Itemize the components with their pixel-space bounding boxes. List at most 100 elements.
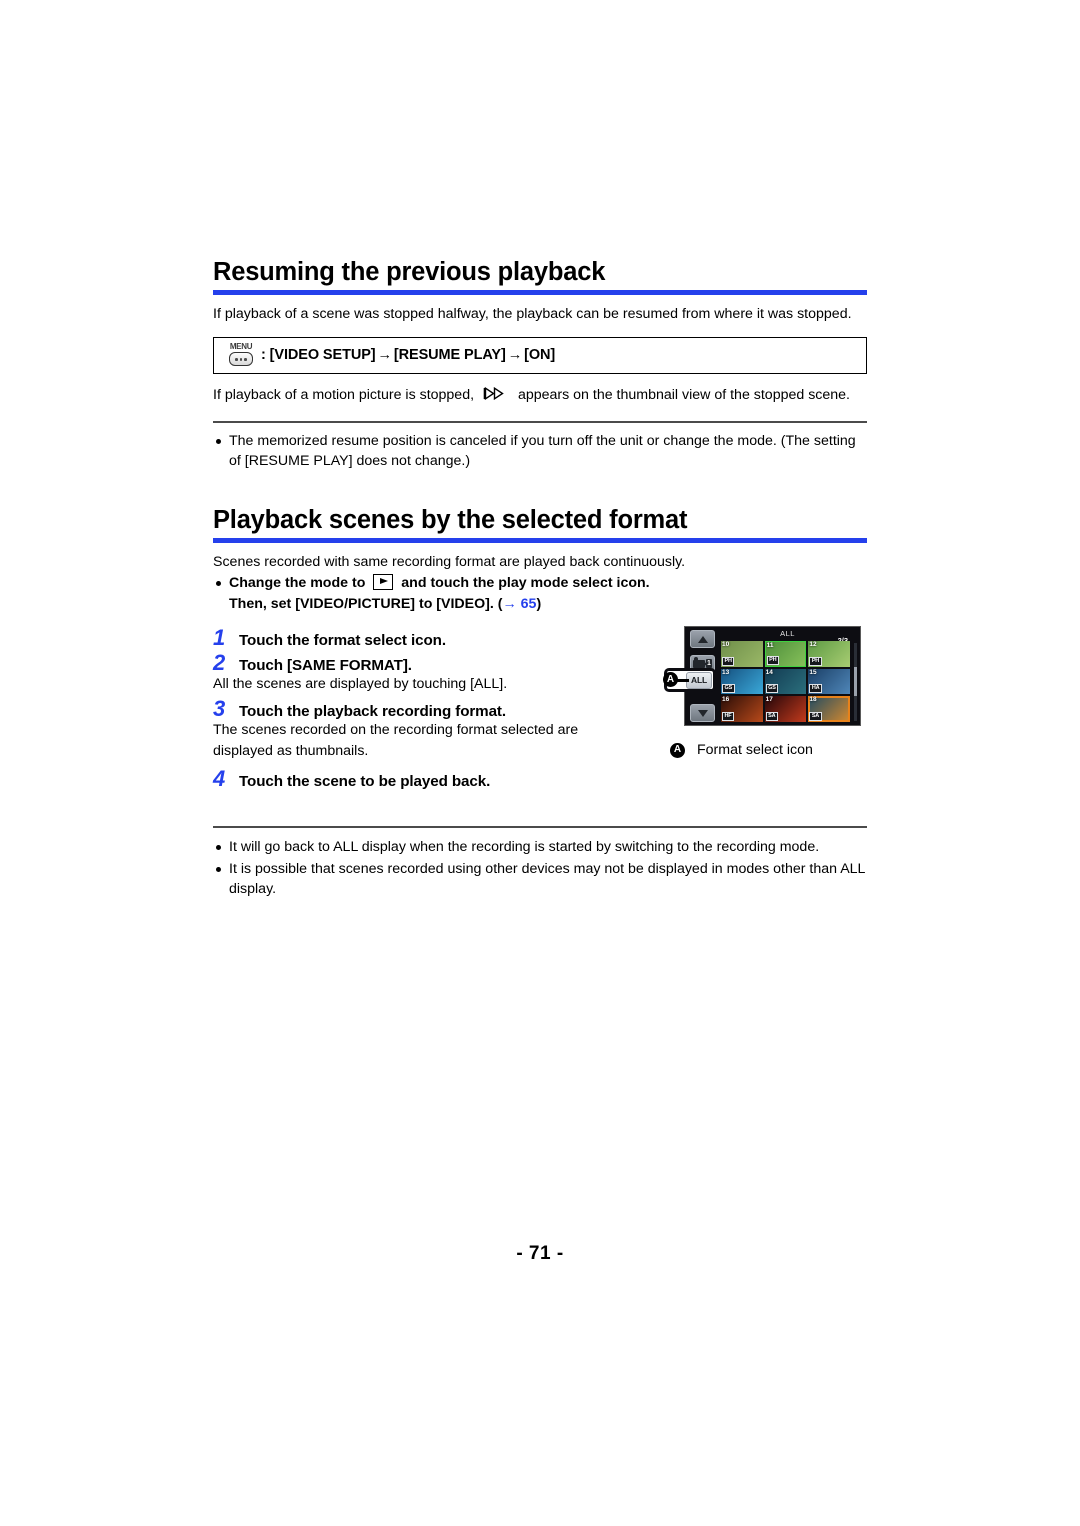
page-number: - 71 -	[516, 1243, 564, 1264]
list-item: It is possible that scenes recorded usin…	[213, 859, 867, 900]
thumbnail-item[interactable]: 13 GS	[721, 668, 763, 695]
camcorder-icon: 1	[692, 657, 713, 669]
title-underline-rule	[213, 290, 867, 296]
thumbnail-item[interactable]: 10 PH	[721, 641, 763, 667]
step-4: 4 Touch the scene to be played back.	[213, 767, 625, 790]
thumbnail-item[interactable]: 15 HA	[808, 668, 850, 695]
scroll-up-button[interactable]	[690, 630, 715, 649]
thumbnail-item[interactable]: 18 SA	[808, 696, 850, 723]
screen-header: ALL 2/3	[721, 629, 854, 645]
scroll-down-button[interactable]	[690, 704, 715, 723]
caption-marker-a: A	[670, 742, 685, 758]
prereq-text-1: Change the mode to	[229, 574, 366, 591]
section1-notes-list: The memorized resume position is cancele…	[213, 431, 867, 472]
list-item: The memorized resume position is cancele…	[213, 431, 867, 472]
thumbnail-item[interactable]: 14 GS	[764, 668, 807, 695]
prereq-text-2: and touch the play mode select icon.	[401, 574, 650, 591]
resume-text-before: If playback of a motion picture is stopp…	[213, 386, 475, 403]
scrollbar-thumb[interactable]	[854, 666, 857, 697]
step-3-note: The scenes recorded on the recording for…	[213, 721, 579, 759]
page-reference-link[interactable]: 65	[521, 596, 537, 612]
thumbnail-number: 11	[766, 642, 774, 650]
thumbnail-format-badge: PH	[766, 655, 779, 665]
thumbnail-format-badge: GS	[722, 684, 735, 694]
thumbnail-format-badge: HF	[722, 712, 734, 722]
thumbnail-number: 14	[765, 668, 773, 676]
page-title: Resuming the previous playback	[213, 258, 606, 286]
thumbnail-format-badge: PH	[809, 656, 822, 666]
prereq-text-4: )	[536, 595, 542, 612]
section2-divider-rule	[213, 826, 867, 829]
step-2-note: All the scenes are displayed by touching…	[213, 676, 508, 693]
menu-path-segment-2: [RESUME PLAY]	[393, 346, 506, 363]
camera-screen-illustration: ALL 2/3 1	[662, 626, 867, 758]
thumbnail-format-badge: HA	[809, 684, 822, 694]
format-select-icon[interactable]: ALL	[686, 671, 712, 689]
illustration-caption: A Format select icon	[670, 742, 867, 758]
camera-lcd-screen: ALL 2/3 1	[663, 626, 861, 727]
menu-arrow-icon-1: →	[377, 346, 393, 363]
step-2: 2 Touch [SAME FORMAT].	[213, 651, 625, 674]
thumbnail-number: 17	[765, 696, 773, 704]
triangle-up-icon	[697, 635, 708, 643]
caption-text: Format select icon	[697, 742, 813, 759]
menu-path-segment-3: [ON]	[524, 346, 556, 363]
menu-path-text: : [VIDEO SETUP] → [RESUME PLAY] → [ON]	[261, 347, 555, 363]
section2-intro-text: Scenes recorded with same recording form…	[213, 554, 686, 571]
thumbnail-number: 12	[809, 641, 817, 649]
thumbnail-grid: 10 PH 11 PH 12 PH 13 GS 14 GS 15 HA 16 HF 17 SA 18 SA	[721, 641, 850, 723]
thumbnail-format-badge: GS	[765, 684, 779, 694]
step-3: 3 Touch the playback recording format.	[213, 697, 625, 720]
section2-title: Playback scenes by the selected format	[213, 506, 688, 534]
section1-divider-rule	[213, 420, 867, 423]
step-title: Touch [SAME FORMAT].	[239, 657, 412, 675]
screen-mode-label: ALL	[780, 629, 795, 639]
section1-intro-text: If playback of a scene was stopped halfw…	[213, 306, 852, 323]
thumbnail-format-badge: SA	[809, 712, 822, 722]
step-number: 2	[213, 650, 226, 676]
screen-scrollbar[interactable]	[854, 643, 857, 722]
menu-icon-label: MENU	[229, 342, 253, 352]
step-title: Touch the format select icon.	[239, 632, 446, 650]
page-ref-arrow-icon: →	[502, 595, 517, 612]
menu-arrow-icon-2: →	[507, 346, 523, 363]
thumbnail-item[interactable]: 16 HF	[721, 696, 763, 723]
menu-icon: MENU	[226, 342, 256, 367]
resume-text-after: appears on the thumbnail view of the sto…	[517, 386, 851, 403]
steps-column: 1 Touch the format select icon. 2 Touch …	[213, 626, 625, 790]
menu-path-segment-1: : [VIDEO SETUP]	[261, 346, 376, 363]
step-number: 3	[213, 695, 226, 721]
resume-playback-icon	[483, 386, 509, 407]
callout-leader-line	[677, 679, 689, 682]
play-mode-icon	[373, 573, 394, 590]
menu-icon-button-shape	[229, 352, 253, 367]
list-item: It will go back to ALL display when the …	[213, 837, 867, 858]
step-number: 1	[213, 625, 226, 651]
thumbnail-format-badge: PH	[722, 656, 735, 666]
step-title: Touch the scene to be played back.	[239, 773, 491, 791]
step-number: 4	[213, 766, 226, 792]
list-item: Change the mode to and touch the play mo…	[213, 573, 867, 614]
thumbnail-item[interactable]: 12 PH	[808, 641, 850, 667]
menu-path-callout-box: MENU : [VIDEO SETUP] → [RESUME PLAY] → [ON]	[213, 336, 867, 374]
thumbnail-item[interactable]: 17 SA	[764, 696, 807, 723]
thumbnail-number: 16	[722, 696, 730, 704]
section2-title-underline-rule	[213, 538, 867, 544]
thumbnail-number: 13	[722, 668, 730, 676]
section2-notes-list: It will go back to ALL display when the …	[213, 837, 867, 900]
thumbnail-number: 18	[809, 696, 817, 704]
section1-resume-icon-text: If playback of a motion picture is stopp…	[213, 385, 867, 407]
steps-and-illustration: 1 Touch the format select icon. 2 Touch …	[213, 626, 867, 790]
section-resuming-playback: Resuming the previous playback If playba…	[213, 258, 867, 473]
step-title: Touch the playback recording format.	[239, 702, 507, 720]
step-1: 1 Touch the format select icon.	[213, 626, 625, 649]
section2-prerequisite-list: Change the mode to and touch the play mo…	[213, 573, 867, 614]
section-playback-by-format: Playback scenes by the selected format S…	[213, 506, 867, 901]
document-page: Resuming the previous playback If playba…	[213, 0, 867, 1526]
thumbnail-number: 15	[809, 668, 817, 676]
thumbnail-format-badge: SA	[765, 712, 778, 722]
thumbnail-item[interactable]: 11 PH	[764, 641, 807, 667]
triangle-down-icon	[697, 709, 708, 717]
prereq-text-3: Then, set [VIDEO/PICTURE] to [VIDEO]. (	[229, 595, 503, 612]
thumbnail-number: 10	[722, 641, 730, 649]
